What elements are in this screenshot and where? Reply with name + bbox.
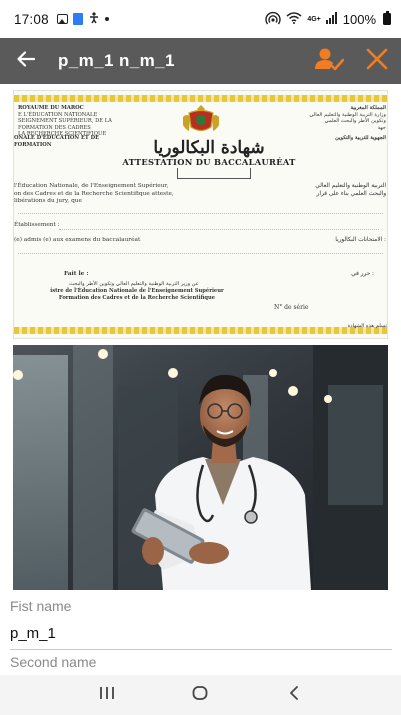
recents-icon (99, 686, 115, 705)
accessibility-icon (88, 11, 100, 27)
signal-icon (325, 11, 338, 27)
battery-percentage: 100% (342, 11, 376, 27)
nav-back-button[interactable] (274, 675, 314, 715)
header-left-bottom: ONALE D'ÉDUCATION ET DE FORMATION (14, 135, 100, 148)
battery-icon (383, 11, 391, 25)
dotted-line (59, 229, 379, 230)
fait-le-label: Fait le : (64, 271, 89, 277)
home-button[interactable] (180, 675, 220, 715)
coat-of-arms-icon (183, 105, 219, 132)
close-icon (366, 48, 388, 75)
attestation-document-image[interactable]: ROYAUME DU MAROC E L'ÉDUCATION NATIONALE… (13, 90, 388, 339)
signature-french: istre de l'Éducation Nationale de l'Ense… (50, 288, 224, 301)
app-bar: p_m_1 n_m_1 (0, 38, 401, 84)
profile-photo[interactable] (13, 345, 388, 590)
document-title-arabic: شهادة البكالوريا (153, 138, 265, 158)
app-bar-actions (305, 38, 401, 84)
second-name-label: Second name (10, 654, 97, 670)
body-right-text: التربية الوطنية والتعليم العالي والبحث ا… (315, 183, 386, 197)
image-icon (56, 14, 68, 24)
content-scroll-area[interactable]: ROYAUME DU MAROC E L'ÉDUCATION NATIONALE… (0, 84, 401, 675)
serie-label: N° de série (274, 304, 309, 311)
network-type-label: 4G+ (307, 15, 321, 23)
header-left-text: ROYAUME DU MAROC E L'ÉDUCATION NATIONALE… (18, 105, 112, 137)
body-left-text: l'Éducation Nationale, de l'Enseignement… (14, 183, 174, 204)
doctor-photo-image (13, 345, 388, 590)
document-top-border (14, 95, 387, 102)
status-system-icons: 4G+ 100% (265, 11, 391, 28)
status-bar: 17:08 4G+ 100% (0, 0, 401, 38)
footer-arabic: تسلم هذه الشهادة (347, 323, 387, 329)
back-icon (288, 685, 300, 706)
back-button[interactable] (0, 38, 52, 84)
back-arrow-icon (17, 50, 36, 72)
page-title: p_m_1 n_m_1 (58, 51, 175, 70)
wifi-icon (286, 11, 302, 27)
header-right-bottom: الجهوية للتربية والتكوين (335, 135, 386, 141)
home-icon (192, 685, 208, 706)
fait-arabic: حرر في : (351, 271, 374, 277)
dot-icon (104, 17, 109, 21)
admis-arabic: الامتحانات البكالوريا : (335, 237, 386, 243)
status-notification-icons (56, 11, 109, 27)
admis-label: (e) admis (e) aux examens du baccalauréa… (14, 237, 141, 243)
close-button[interactable] (353, 38, 401, 84)
first-name-underline (10, 649, 392, 650)
dotted-line (18, 253, 383, 254)
approve-user-button[interactable] (305, 38, 353, 84)
user-check-icon (314, 47, 345, 76)
app-icon (72, 13, 83, 25)
first-name-field[interactable]: p_m_1 (10, 625, 56, 642)
status-time: 17:08 (14, 11, 49, 27)
dotted-line (18, 213, 383, 214)
header-right-text: المملكة المغربية وزارة التربية الوطنية و… (309, 105, 386, 131)
system-navigation-bar (0, 675, 401, 715)
recents-button[interactable] (87, 675, 127, 715)
signature-arabic: عن وزير التربية الوطنية والتعليم العالي … (69, 281, 199, 287)
document-title-french: ATTESTATION DU BACCALAURÉAT (122, 157, 296, 167)
first-name-label: Fist name (10, 598, 72, 614)
hotspot-icon (265, 11, 281, 28)
document-name-box (177, 168, 251, 179)
etablissement-label: Établissement : (14, 222, 60, 228)
